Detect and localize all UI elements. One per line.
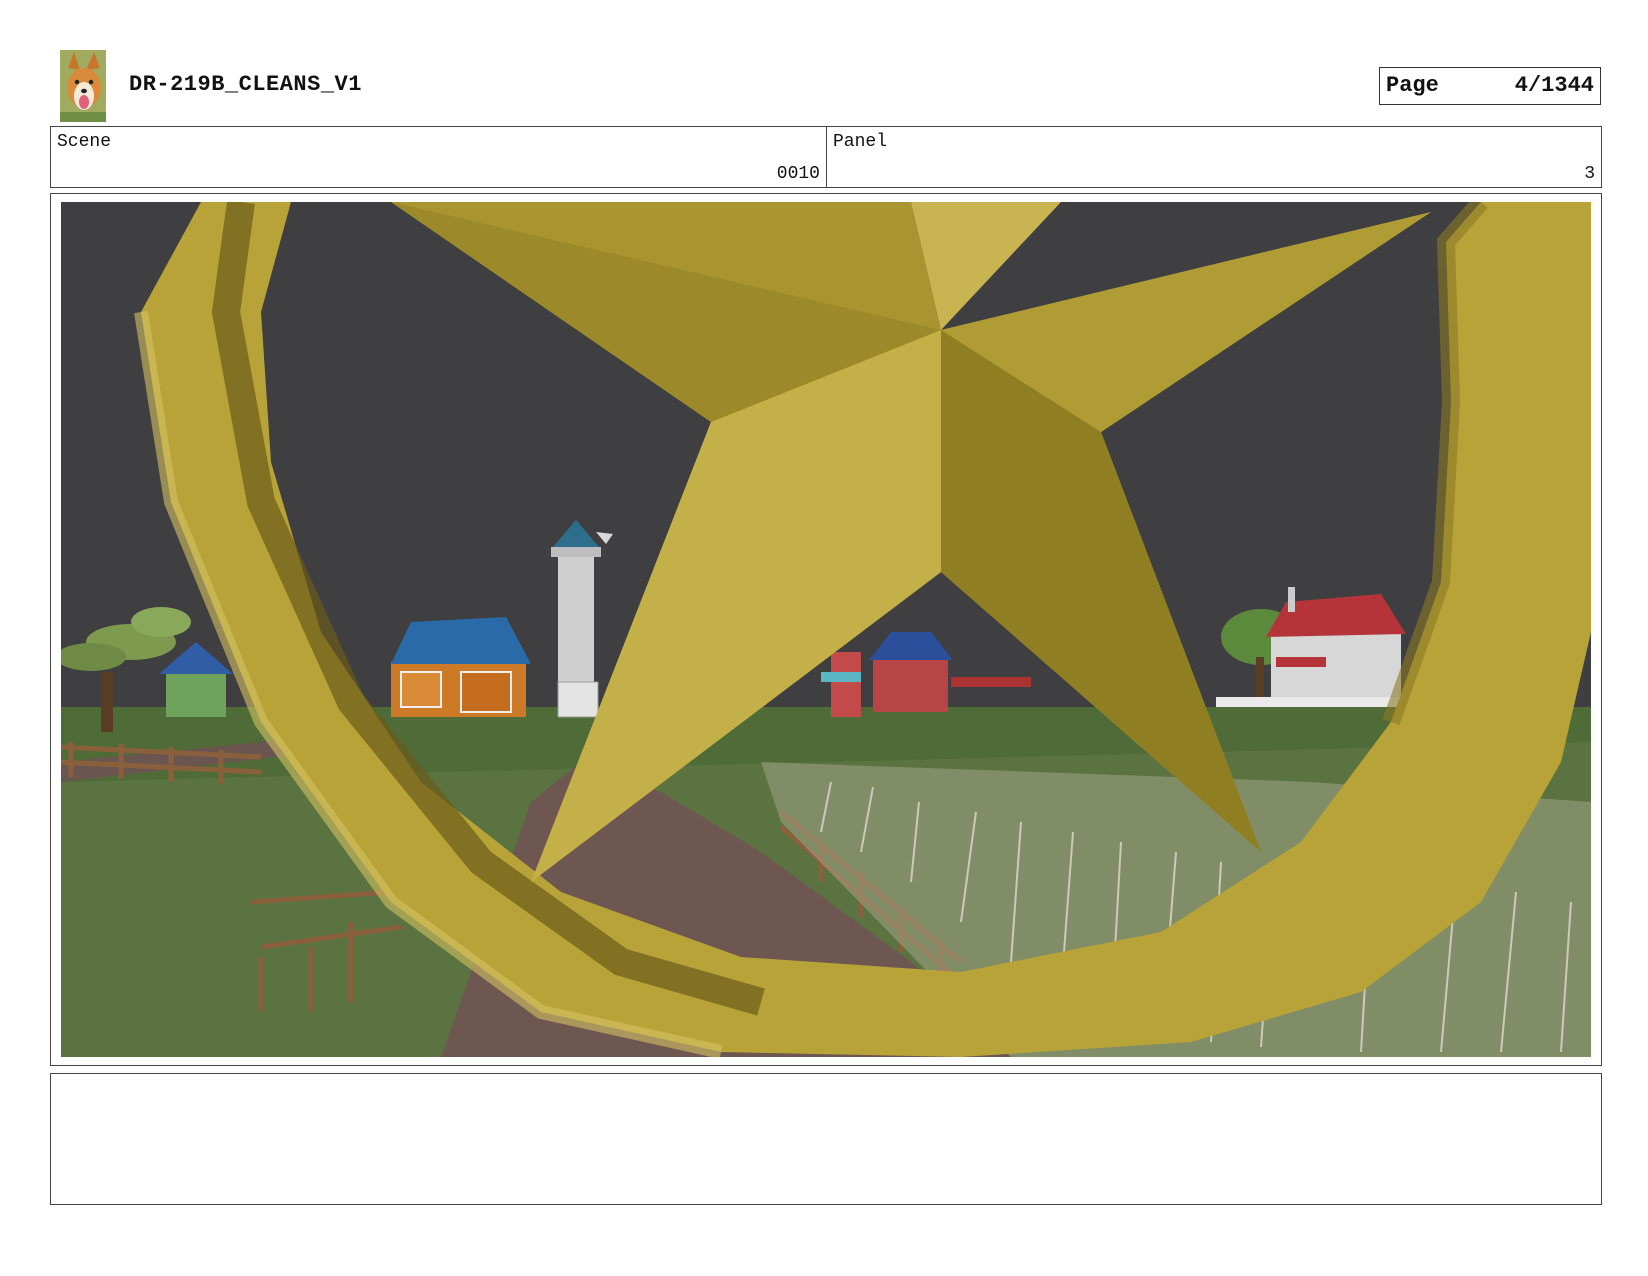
panel-label: Panel — [833, 132, 888, 152]
corgi-logo-image — [60, 50, 106, 122]
scene-value: 0010 — [776, 164, 820, 184]
panel-cell: Panel 3 — [827, 127, 1601, 187]
corgi-logo — [60, 50, 106, 122]
notes-box — [50, 1073, 1602, 1205]
panel-value: 3 — [1584, 164, 1595, 184]
page-label: Page — [1386, 73, 1439, 98]
scene-panel-info: Scene 0010 Panel 3 — [50, 126, 1602, 188]
orange-barn — [391, 617, 531, 717]
storyboard-frame — [50, 193, 1602, 1066]
page-number: 4/1344 — [1514, 73, 1594, 98]
storyboard-image — [61, 202, 1591, 1057]
document-title: DR-219B_CLEANS_V1 — [129, 72, 362, 97]
scene-label: Scene — [57, 132, 112, 152]
page-indicator: Page 4/1344 — [1379, 67, 1601, 105]
scene-cell: Scene 0010 — [51, 127, 827, 187]
